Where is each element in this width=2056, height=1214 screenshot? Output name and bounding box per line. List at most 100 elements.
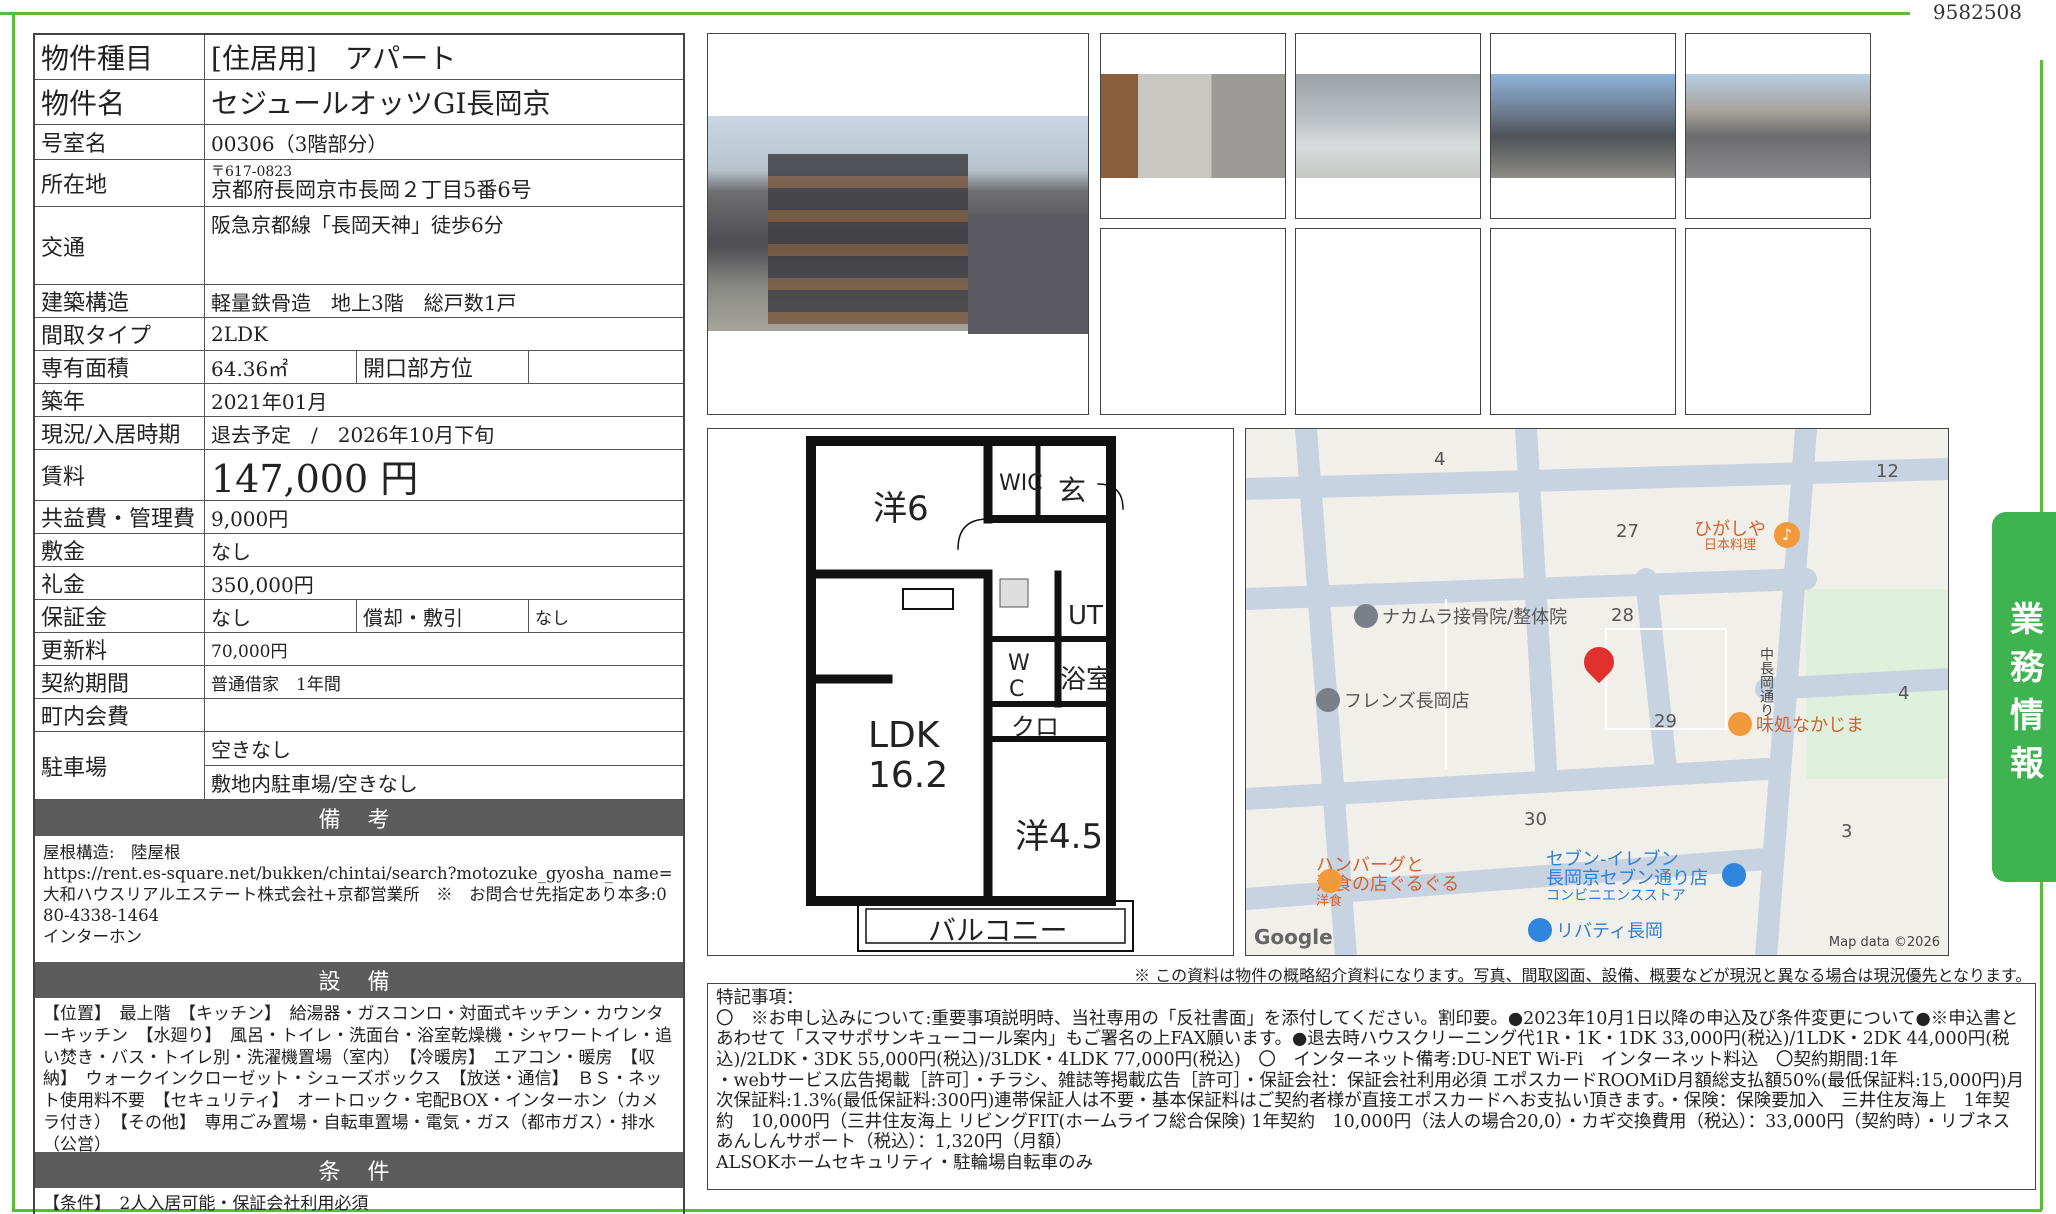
fee-value: 9,000円 [211,506,289,531]
balcony-label: バルコニー [928,914,1068,947]
frame-top [0,12,1910,15]
room-western-6: 洋6 [873,489,929,529]
poi-higashiya-name: ひがしや [1694,519,1766,540]
facilities-text: 【位置】 最上階 【キッチン】 給湯器・ガスコンロ・対面式キッチン・カウンターキ… [43,1004,672,1155]
poi-hamburg-sub: 洋食 [1316,893,1343,909]
empty-photo-slot-2 [1295,228,1481,415]
entrance-photo[interactable] [1100,33,1286,219]
row-renewal: 更新料 70,000円 [35,633,683,666]
row-area: 専有面積 64.36㎡ 開口部方位 [35,351,683,384]
restaurant-icon [1318,869,1342,893]
poi-seven-sub: コンビニエンスストア [1546,887,1686,904]
row-fee: 共益費・管理費 9,000円 [35,501,683,534]
empty-photo-slot-1 [1100,228,1286,415]
road-name-label: 中長岡通り [1758,647,1774,717]
main-building-photo[interactable] [707,33,1089,415]
town-value [205,699,683,731]
bicycle-parking-photo[interactable] [1295,33,1481,219]
row-keymoney: 礼金 350,000円 [35,567,683,600]
row-guarantee: 保証金 なし 償却・敷引 なし [35,600,683,633]
notes-text: 屋根構造: 陸屋根 https://rent.es-square.net/buk… [43,843,673,947]
map-block-number-4a: 4 [1434,449,1446,470]
rent-label: 賃料 [35,450,205,500]
poi-seven-line2: 長岡京セブン通り店 [1546,867,1708,889]
row-rent: 賃料 147,000 円 [35,450,683,501]
poi-friends[interactable]: フレンズ長岡店 [1316,687,1470,713]
layout-value: 2LDK [211,322,268,346]
poi-nakamura[interactable]: ナカムラ接骨院/整体院 [1354,603,1567,629]
room-western-4-5: 洋4.5 [1015,817,1104,857]
keymoney-value: 350,000円 [211,572,314,597]
ldk-size: 16.2 [868,755,949,796]
amort-label: 償却・敷引 [357,600,529,632]
transport-value: 阪急京都線「長岡天神」徒歩6分 [211,213,504,237]
conditions-heading: 条 件 [35,1152,683,1188]
business-info-tab-label: 業務情報 [2003,601,2044,793]
deposit-value: なし [211,539,251,564]
deposit-label: 敷金 [35,534,205,566]
map-block-number-4b: 4 [1898,683,1910,704]
contract-label: 契約期間 [35,666,205,698]
row-transport: 交通 阪急京都線「長岡天神」徒歩6分 [35,207,683,285]
wc-label-c: C [1009,677,1025,702]
parking-label: 駐車場 [35,732,205,799]
poi-nakamura-name: ナカムラ接骨院/整体院 [1382,607,1568,628]
shopping-icon [1528,918,1552,942]
map-block-number-29: 29 [1654,711,1677,732]
closet-label: クロ [1011,713,1059,741]
row-status: 現況/入居時期 退去予定 / 2026年10月下旬 [35,417,683,450]
rent-value: 147,000 円 [211,456,419,501]
location-map[interactable]: 4 12 27 28 29 30 3 4 ひがしや 日本料理 ♪ ナカムラ接骨院… [1245,428,1949,956]
poi-liberty-name: リバティ長岡 [1556,921,1663,942]
renewal-label: 更新料 [35,633,205,665]
poi-liberty[interactable]: リバティ長岡 [1528,917,1663,943]
business-info-tab[interactable]: 業務情報 [1992,512,2056,882]
conditions-text: 【条件】 2人入居可能・保証会社利用必須 [43,1194,369,1214]
street-photo[interactable] [1685,33,1871,219]
parking-value-1: 空きなし [205,732,683,766]
map-pin-gray-icon [1354,604,1378,628]
map-block-number-30: 30 [1524,809,1547,830]
type-label: 物件種目 [35,35,205,79]
poi-higashiya-sub: 日本料理 [1704,538,1757,553]
facilities-heading: 設 備 [35,962,683,998]
contract-value: 普通借家 1年間 [211,674,341,695]
wc-label-w: W [1008,651,1030,676]
row-name: 物件名 セジュールオッツGI長岡京 [35,80,683,125]
empty-photo-slot-3 [1490,228,1676,415]
floor-plan: 洋6 WIC 玄 UT W C 浴室 LDK 16.2 クロ 洋4.5 バルコニ… [707,428,1234,956]
keymoney-label: 礼金 [35,567,205,599]
row-address: 所在地 〒617-0823 京都府長岡京市長岡２丁目5番6号 [35,160,683,207]
poi-seven-eleven[interactable]: セブン-イレブン 長岡京セブン通り店 コンビニエンスストア [1546,850,1708,904]
poi-nakajima[interactable]: 味処なかじま [1728,711,1864,737]
row-deposit: 敷金 なし [35,534,683,567]
row-parking: 駐車場 空きなし 敷地内駐車場/空きなし [35,732,683,800]
guarantee-label: 保証金 [35,600,205,632]
document-id: 9582508 [1932,0,2022,24]
type-value: [住居用] アパート [211,42,457,75]
transport-label: 交通 [35,207,205,284]
row-town: 町内会費 [35,699,683,732]
row-type: 物件種目 [住居用] アパート [35,35,683,80]
town-label: 町内会費 [35,699,205,731]
room-label: 号室名 [35,125,205,159]
exterior-photo-2[interactable] [1490,33,1676,219]
row-layout: 間取タイプ 2LDK [35,318,683,351]
structure-value: 軽量鉄骨造 地上3階 総戸数1戸 [211,290,517,315]
special-remarks: 特記事項： 〇 ※お申し込みについて:重要事項説明時、当社専用の「反社書面」を添… [707,983,2036,1190]
shopping-icon [1722,863,1746,887]
facing-label: 開口部方位 [357,351,529,383]
map-pin-gray-icon [1316,688,1340,712]
google-logo: Google [1254,925,1333,949]
map-data-attribution: Map data ©2026 [1828,935,1940,950]
structure-label: 建築構造 [35,285,205,317]
guarantee-value: なし [205,600,357,632]
row-room: 号室名 00306（3階部分） [35,125,683,160]
row-structure: 建築構造 軽量鉄骨造 地上3階 総戸数1戸 [35,285,683,318]
fee-label: 共益費・管理費 [35,501,205,533]
map-block-number-3: 3 [1841,821,1853,842]
poi-higashiya[interactable]: ひがしや 日本料理 [1694,519,1766,553]
postal-code: 〒617-0823 [211,163,293,180]
parking-value-2: 敷地内駐車場/空きなし [211,772,418,796]
address-label: 所在地 [35,160,205,206]
